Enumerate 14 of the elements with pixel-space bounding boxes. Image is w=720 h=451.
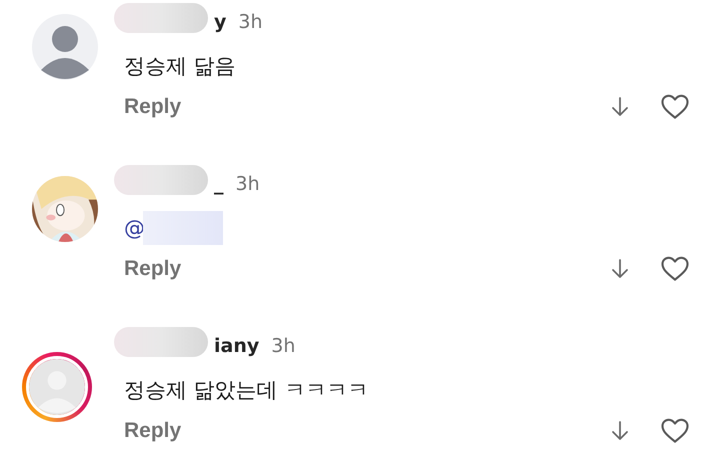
avatar-icon[interactable]	[32, 14, 98, 80]
reply-button[interactable]: Reply	[124, 95, 182, 119]
timestamp: 3h	[238, 11, 263, 33]
avatar-icon	[26, 356, 88, 418]
reply-button[interactable]: Reply	[124, 257, 182, 281]
reply-button[interactable]: Reply	[124, 419, 182, 443]
username[interactable]: iany	[214, 335, 260, 357]
username[interactable]: y	[214, 11, 226, 33]
comment-text: 정승제 닮음	[124, 53, 236, 80]
timestamp: 3h	[271, 335, 296, 357]
comment-text: 정승제 닮았는데 ㅋㅋㅋㅋ	[124, 377, 368, 404]
mention-link[interactable]: @	[124, 216, 145, 240]
username[interactable]: _	[214, 173, 224, 195]
timestamp: 3h	[236, 173, 260, 195]
